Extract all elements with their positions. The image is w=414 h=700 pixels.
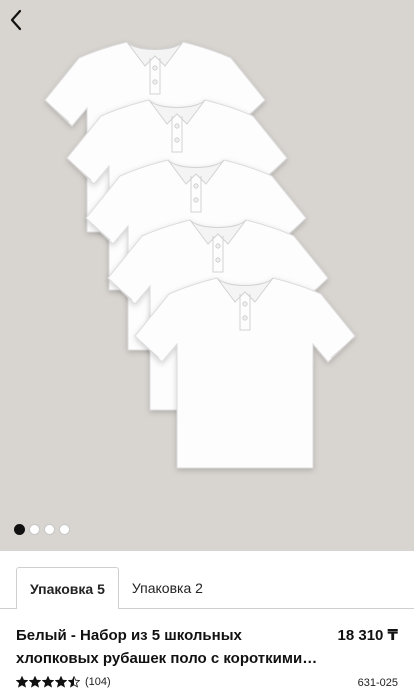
pagination-dot[interactable] bbox=[44, 524, 55, 535]
back-button[interactable] bbox=[8, 8, 46, 42]
product-price: 18 310 ₸ bbox=[337, 627, 398, 644]
tab-pack-5[interactable]: Упаковка 5 bbox=[16, 567, 119, 609]
pack-size-tabs: Упаковка 5 Упаковка 2 bbox=[16, 567, 216, 609]
product-image bbox=[44, 41, 356, 469]
pagination-dot[interactable] bbox=[14, 524, 25, 535]
star-icon bbox=[16, 676, 28, 688]
star-icon bbox=[68, 676, 80, 688]
product-image-gallery[interactable] bbox=[0, 0, 414, 551]
pagination-dot[interactable] bbox=[59, 524, 70, 535]
product-title: Белый - Набор из 5 школьных хлопковых ру… bbox=[16, 627, 303, 667]
product-code: 631-025 bbox=[357, 677, 398, 689]
star-icon bbox=[55, 676, 67, 688]
chevron-left-icon bbox=[10, 9, 22, 31]
pagination-dot[interactable] bbox=[29, 524, 40, 535]
gallery-pagination bbox=[14, 524, 70, 535]
star-icon bbox=[29, 676, 41, 688]
tab-pack-2[interactable]: Упаковка 2 bbox=[119, 567, 216, 609]
review-count: (104) bbox=[85, 676, 111, 688]
product-rating[interactable]: (104) bbox=[16, 676, 111, 688]
star-icon bbox=[42, 676, 54, 688]
rating-stars bbox=[16, 676, 80, 688]
